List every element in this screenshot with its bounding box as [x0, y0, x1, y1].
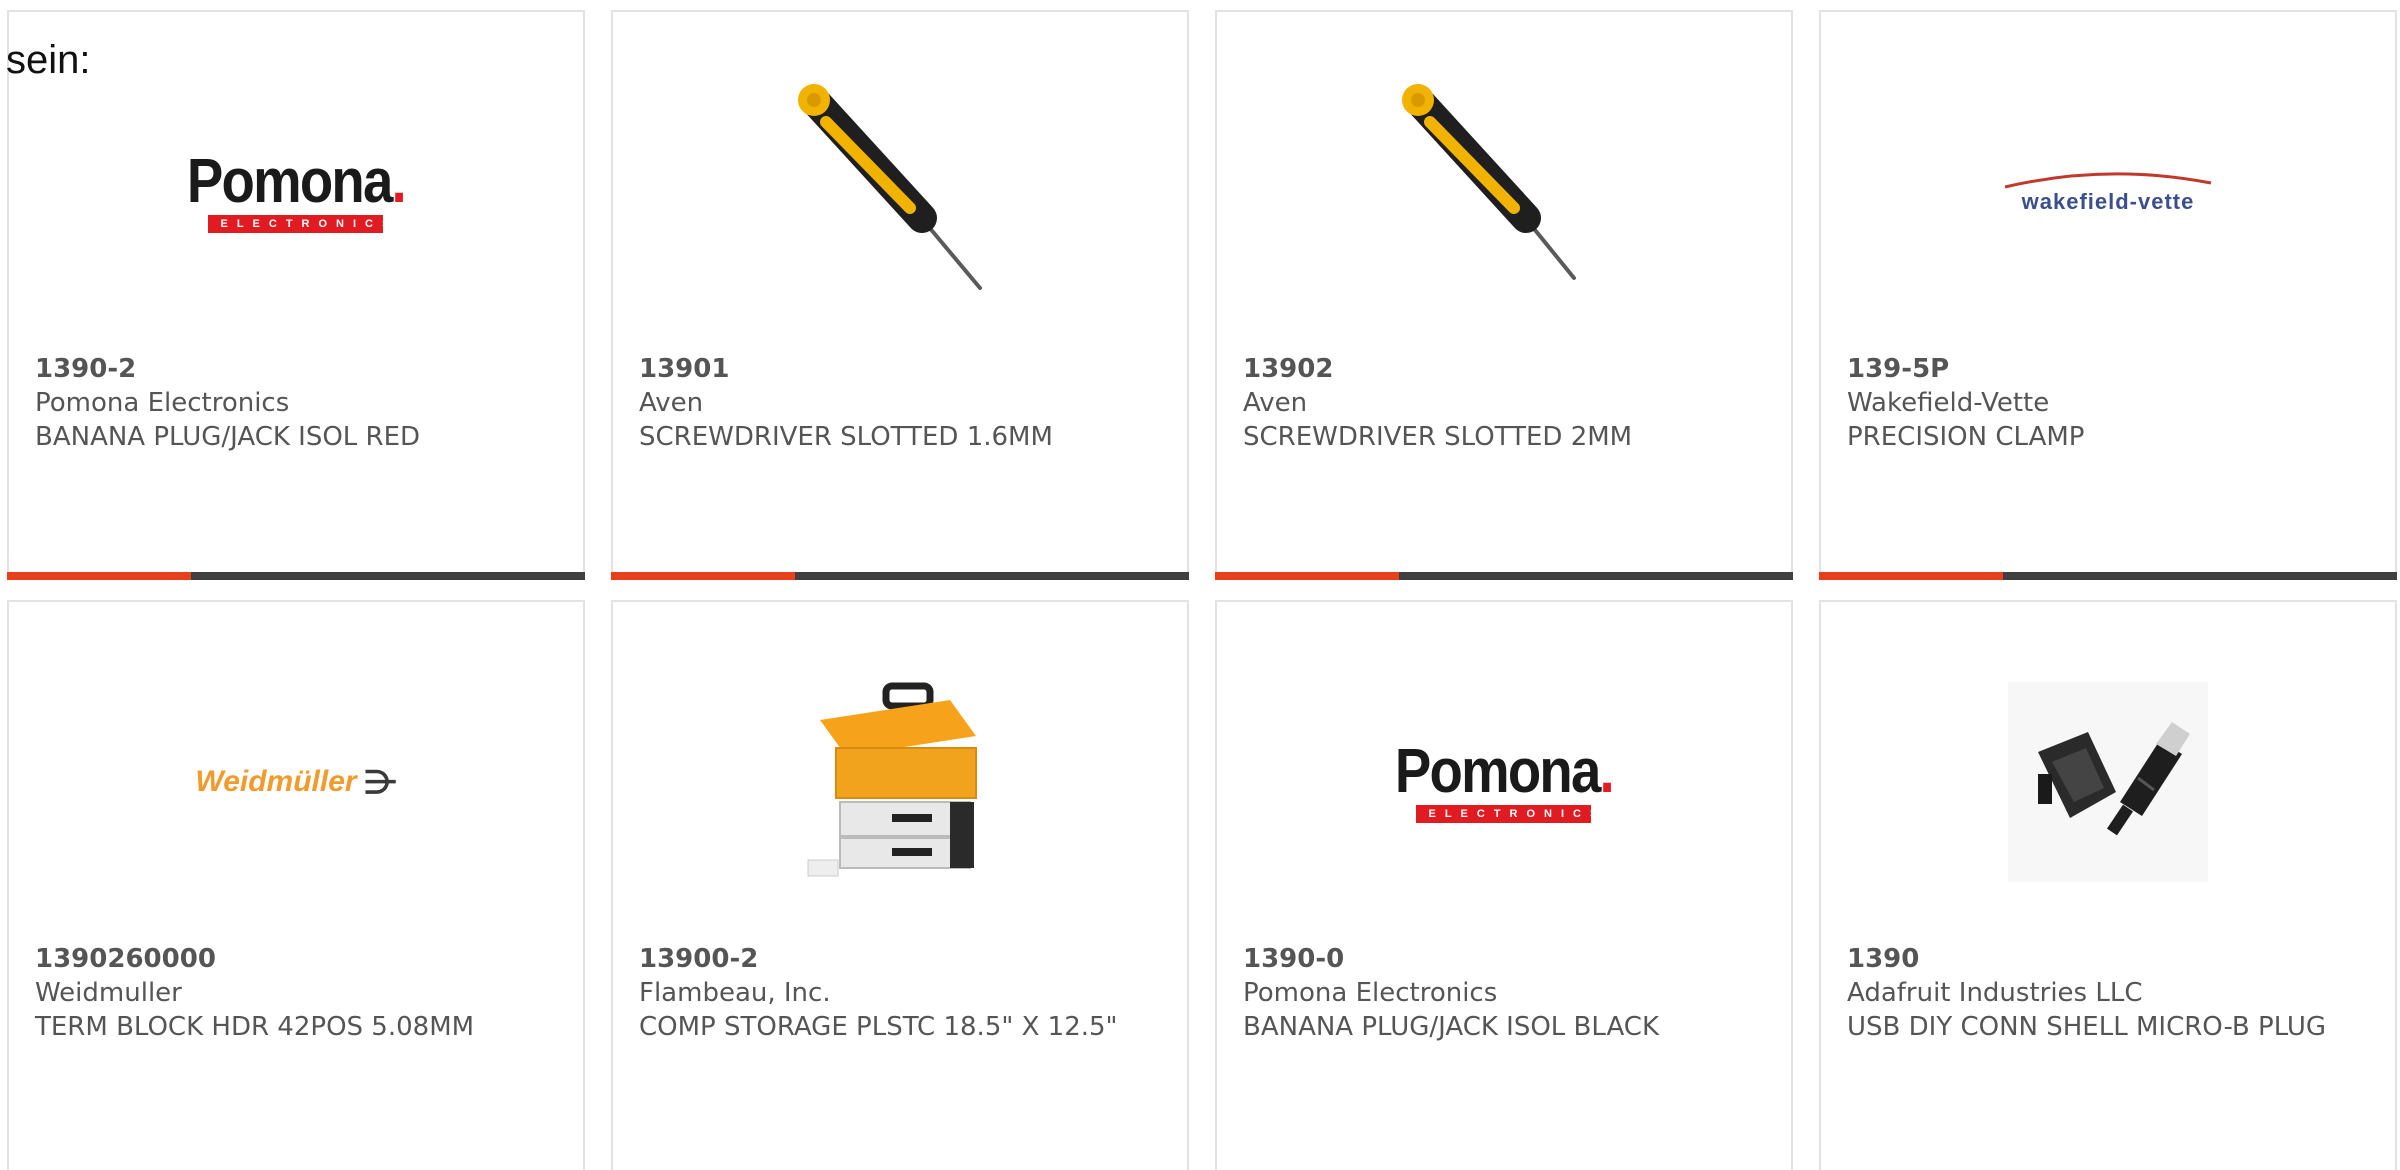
- description: USB DIY CONN SHELL MICRO-B PLUG: [1847, 1012, 2327, 1042]
- card-bottom-bar: [7, 572, 585, 580]
- description: BANANA PLUG/JACK ISOL RED: [35, 422, 421, 452]
- logo-word: Pomona: [186, 147, 393, 216]
- product-image[interactable]: wakefield-vette: [1821, 72, 2395, 312]
- product-card[interactable]: 13902 Aven SCREWDRIVER SLOTTED 2MM: [1215, 10, 1793, 580]
- logo-subtitle: ELECTRONICS: [208, 215, 389, 233]
- logo-swoosh-icon: [2004, 172, 2212, 189]
- part-number-link[interactable]: 1390260000: [35, 942, 543, 976]
- description: TERM BLOCK HDR 42POS 5.08MM: [35, 1012, 475, 1042]
- manufacturer: Pomona Electronics: [1243, 978, 1498, 1008]
- screwdriver-image: [1402, 84, 1576, 280]
- product-card[interactable]: 13901 Aven SCREWDRIVER SLOTTED 1.6MM: [611, 10, 1189, 580]
- usb-connector-shell-image: [2008, 682, 2208, 882]
- manufacturer: Aven: [639, 388, 704, 418]
- product-image[interactable]: [613, 72, 1187, 312]
- description: BANANA PLUG/JACK ISOL BLACK: [1243, 1012, 1660, 1042]
- product-image[interactable]: Pomona. ELECTRONICS: [9, 72, 583, 312]
- card-accent-bar: [611, 572, 795, 580]
- description: PRECISION CLAMP: [1847, 422, 2085, 452]
- product-image[interactable]: Weidmüller ⋺: [9, 662, 583, 902]
- storage-toolbox-image: [807, 682, 977, 877]
- product-card[interactable]: 13900-2 Flambeau, Inc. COMP STORAGE PLST…: [611, 600, 1189, 1170]
- manufacturer: Wakefield-Vette: [1847, 388, 2050, 418]
- part-number-link[interactable]: 13901: [639, 352, 1147, 386]
- screwdriver-image: [798, 84, 982, 290]
- card-bottom-bar: [1819, 572, 2397, 580]
- manufacturer: Adafruit Industries LLC: [1847, 978, 2143, 1008]
- product-image[interactable]: [1217, 72, 1791, 312]
- pomona-electronics-logo: Pomona. ELECTRONICS: [172, 151, 420, 233]
- part-number-link[interactable]: 1390-0: [1243, 942, 1751, 976]
- intro-text: sein:: [6, 38, 91, 82]
- card-accent-bar: [7, 572, 191, 580]
- card-bottom-bar: [611, 572, 1189, 580]
- part-number-link[interactable]: 13902: [1243, 352, 1751, 386]
- manufacturer: Aven: [1243, 388, 1308, 418]
- weidmuller-mark-icon: ⋺: [364, 764, 397, 800]
- product-card[interactable]: Pomona. ELECTRONICS 1390-0 Pomona Electr…: [1215, 600, 1793, 1170]
- product-card[interactable]: Weidmüller ⋺ 1390260000 Weidmuller TERM …: [7, 600, 585, 1170]
- product-image[interactable]: [1821, 662, 2395, 902]
- description: COMP STORAGE PLSTC 18.5" X 12.5": [639, 1012, 1118, 1042]
- pomona-electronics-logo: Pomona. ELECTRONICS: [1380, 741, 1628, 823]
- card-accent-bar: [1819, 572, 2003, 580]
- product-card[interactable]: 1390 Adafruit Industries LLC USB DIY CON…: [1819, 600, 2397, 1170]
- product-card[interactable]: Pomona. ELECTRONICS 1390-2 Pomona Electr…: [7, 10, 585, 580]
- logo-word: Pomona: [1394, 737, 1601, 806]
- wakefield-vette-logo: wakefield-vette: [2003, 169, 2213, 215]
- part-number-link[interactable]: 1390: [1847, 942, 2355, 976]
- manufacturer: Pomona Electronics: [35, 388, 290, 418]
- product-grid: Pomona. ELECTRONICS 1390-2 Pomona Electr…: [0, 0, 2400, 1170]
- description: SCREWDRIVER SLOTTED 1.6MM: [639, 422, 1053, 452]
- card-bottom-bar: [1215, 572, 1793, 580]
- manufacturer: Weidmuller: [35, 978, 182, 1008]
- product-image[interactable]: Pomona. ELECTRONICS: [1217, 662, 1791, 902]
- weidmuller-logo: Weidmüller ⋺: [195, 763, 396, 801]
- logo-subtitle: ELECTRONICS: [1416, 805, 1597, 823]
- manufacturer: Flambeau, Inc.: [639, 978, 831, 1008]
- card-accent-bar: [1215, 572, 1399, 580]
- part-number-link[interactable]: 139-5P: [1847, 352, 2355, 386]
- part-number-link[interactable]: 1390-2: [35, 352, 543, 386]
- description: SCREWDRIVER SLOTTED 2MM: [1243, 422, 1633, 452]
- logo-word: wakefield-vette: [2021, 189, 2195, 214]
- part-number-link[interactable]: 13900-2: [639, 942, 1147, 976]
- product-card[interactable]: wakefield-vette 139-5P Wakefield-Vette P…: [1819, 10, 2397, 580]
- logo-word: Weidmüller: [195, 765, 357, 798]
- product-image[interactable]: [613, 662, 1187, 902]
